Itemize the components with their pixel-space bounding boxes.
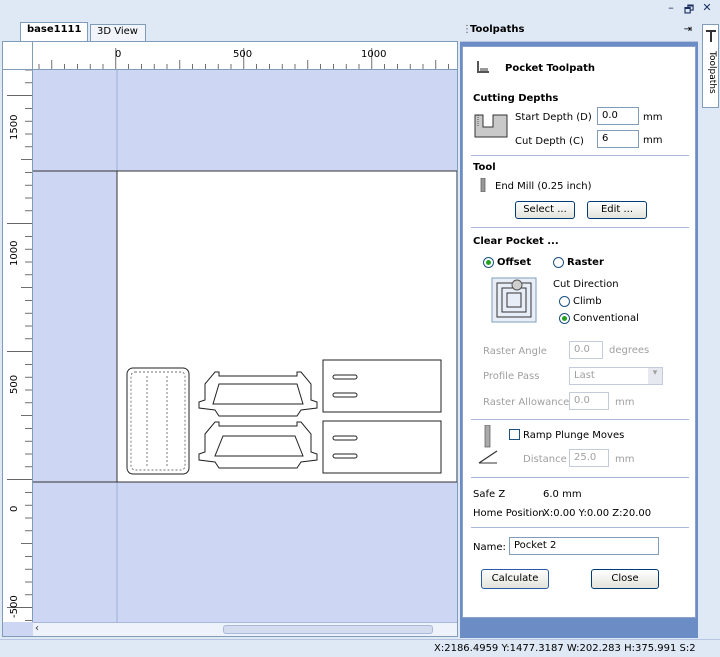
profile-pass-select[interactable]: Last ▾ <box>569 367 663 385</box>
raster-radio[interactable] <box>553 257 564 268</box>
title-strip: – 🗗 ✕ <box>0 0 720 20</box>
raster-label: Raster <box>567 257 604 268</box>
hruler-label-1000: 1000 <box>361 49 386 60</box>
vruler-label-500: 500 <box>9 375 20 394</box>
raster-angle-label: Raster Angle <box>483 346 547 357</box>
conventional-label: Conventional <box>573 313 639 324</box>
chevron-down-icon[interactable]: ▾ <box>648 368 662 384</box>
hruler-label-0: 0 <box>115 49 121 60</box>
ramp-distance-input[interactable]: 25.0 <box>569 449 609 467</box>
cut-direction-label: Cut Direction <box>553 279 619 290</box>
end-mill-icon <box>480 178 486 192</box>
panel-header: ⋮ Toolpaths ⇥ <box>460 20 698 42</box>
ramp-distance-unit: mm <box>615 454 635 465</box>
vertical-ruler: 1500 1000 500 0 -500 <box>3 70 33 622</box>
horizontal-scrollbar[interactable]: ‹ <box>33 622 457 636</box>
cut-depth-input[interactable]: 6 <box>597 130 639 148</box>
divider <box>471 419 689 420</box>
toolpaths-side-tab-label: Toolpaths <box>707 51 717 94</box>
toolpaths-side-tab[interactable]: Toolpaths <box>702 24 719 108</box>
start-depth-unit: mm <box>643 112 663 123</box>
restore-icon[interactable]: 🗗 <box>682 1 696 20</box>
ramp-distance-label: Distance <box>523 454 567 465</box>
status-coordinates: X:2186.4959 Y:1477.3187 W:202.283 H:375.… <box>434 643 696 654</box>
vruler-label-0: 0 <box>9 506 20 512</box>
status-bar: X:2186.4959 Y:1477.3187 W:202.283 H:375.… <box>0 639 720 657</box>
panel-heading: Pocket Toolpath <box>505 63 596 74</box>
conventional-radio[interactable] <box>559 313 570 324</box>
raster-allowance-input[interactable]: 0.0 <box>569 392 609 410</box>
tool-edit-button[interactable]: Edit ... <box>587 201 647 219</box>
raster-angle-unit: degrees <box>609 345 650 356</box>
ramp-plunge-label: Ramp Plunge Moves <box>523 430 625 441</box>
pin-icon[interactable]: ⇥ <box>684 24 692 35</box>
divider <box>471 155 689 156</box>
pocket-toolpath-form: Pocket Toolpath Cutting Depths Start Dep… <box>462 46 696 618</box>
cut-depth-diagram-icon <box>474 114 508 138</box>
close-button[interactable]: Close <box>591 569 659 589</box>
divider <box>471 477 689 478</box>
cut-depth-label: Cut Depth (C) <box>515 136 584 147</box>
climb-label: Climb <box>573 296 602 307</box>
profile-pass-label: Profile Pass <box>483 371 540 382</box>
panel-title: Toolpaths <box>470 24 525 35</box>
scrollbar-thumb[interactable] <box>223 625 433 634</box>
toolpath-name-input[interactable]: Pocket 2 <box>509 537 659 555</box>
close-icon[interactable]: ✕ <box>700 1 714 20</box>
divider <box>471 527 689 528</box>
home-position-label: Home Position <box>473 508 545 519</box>
climb-radio[interactable] <box>559 296 570 307</box>
cutting-depths-label: Cutting Depths <box>473 93 559 104</box>
clear-pocket-label: Clear Pocket ... <box>473 236 559 247</box>
toolpaths-tab-icon <box>706 30 716 42</box>
drawing-svg[interactable] <box>33 70 457 622</box>
tab-base1111[interactable]: base1111 <box>20 22 88 42</box>
document-tabs: base1111 3D View <box>0 20 458 42</box>
start-depth-input[interactable]: 0.0 <box>597 107 639 125</box>
raster-allowance-label: Raster Allowance <box>483 397 570 408</box>
offset-label: Offset <box>497 257 532 268</box>
horizontal-ruler-ticks: 0 500 1000 <box>38 48 449 69</box>
raster-allowance-unit: mm <box>615 397 635 408</box>
start-depth-label: Start Depth (D) <box>515 112 592 123</box>
profile-pass-value: Last <box>574 370 595 381</box>
tool-select-button[interactable]: Select ... <box>515 201 575 219</box>
tool-label: Tool <box>473 162 496 173</box>
side-tab-strip: Toolpaths <box>700 20 720 638</box>
cut-depth-unit: mm <box>643 135 663 146</box>
tab-3d-view[interactable]: 3D View <box>90 24 146 42</box>
offset-strategy-icon <box>491 277 537 323</box>
ramp-plunge-icon <box>478 425 498 464</box>
window-controls: – 🗗 ✕ <box>664 1 714 20</box>
pocket-toolpath-icon <box>477 61 489 73</box>
safe-z-value: 6.0 mm <box>543 489 582 500</box>
calculate-button[interactable]: Calculate <box>481 569 549 589</box>
vertical-ruler-ticks: 1500 1000 500 0 -500 <box>7 70 32 621</box>
raster-angle-input[interactable]: 0.0 <box>569 341 603 359</box>
vruler-label-1000: 1000 <box>9 241 20 266</box>
hruler-label-500: 500 <box>233 49 252 60</box>
minimize-icon[interactable]: – <box>664 1 678 20</box>
safe-z-label: Safe Z <box>473 489 506 500</box>
material-sheet <box>116 170 457 483</box>
vruler-label-1500: 1500 <box>9 115 20 140</box>
name-label: Name: <box>473 542 506 553</box>
toolpaths-panel: ⋮ Toolpaths ⇥ Pocket Toolpath Cutting De… <box>460 20 698 638</box>
tool-name: End Mill (0.25 inch) <box>495 181 592 192</box>
home-position-value: X:0.00 Y:0.00 Z:20.00 <box>543 508 652 519</box>
offset-radio[interactable] <box>483 257 494 268</box>
horizontal-ruler: 0 500 1000 <box>33 42 457 70</box>
vruler-label-minus-500: -500 <box>9 595 20 618</box>
scroll-left-icon[interactable]: ‹ <box>35 623 47 636</box>
drawing-area[interactable] <box>33 70 457 622</box>
design-canvas-frame: 0 500 1000 1500 1000 500 0 -500 ‹ <box>2 41 458 637</box>
divider <box>471 227 689 228</box>
ruler-corner <box>3 42 33 70</box>
ramp-plunge-checkbox[interactable] <box>509 429 520 440</box>
